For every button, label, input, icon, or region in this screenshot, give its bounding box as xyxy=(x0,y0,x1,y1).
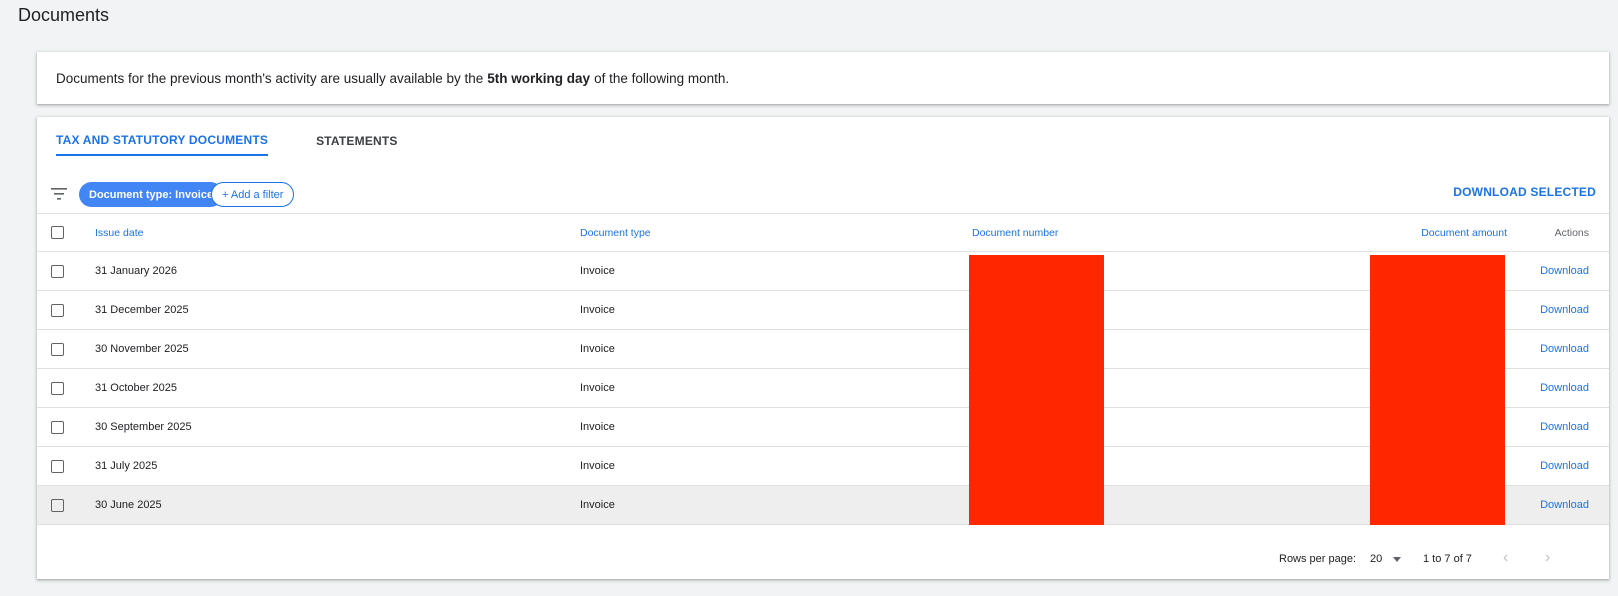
row-checkbox[interactable] xyxy=(51,459,64,473)
pagination: Rows per page: 20 1 to 7 of 7 ‹ › xyxy=(37,535,1609,579)
document-type-cell: Invoice xyxy=(580,421,615,433)
document-amount-header[interactable]: Document amount xyxy=(1384,214,1529,252)
document-type-cell: Invoice xyxy=(580,460,615,472)
documents-card: TAX AND STATUTORY DOCUMENTS STATEMENTS D… xyxy=(37,117,1609,579)
document-type-filter-chip[interactable]: Document type: Invoice xyxy=(79,182,224,207)
filter-list-icon[interactable] xyxy=(51,187,67,201)
issue-date-cell: 30 September 2025 xyxy=(95,421,192,433)
document-tabs: TAX AND STATUTORY DOCUMENTS STATEMENTS xyxy=(56,133,446,174)
row-checkbox[interactable] xyxy=(51,342,64,356)
issue-date-cell: 30 June 2025 xyxy=(95,499,162,511)
document-number-redaction xyxy=(969,255,1104,525)
download-link[interactable]: Download xyxy=(1540,265,1589,277)
download-link[interactable]: Download xyxy=(1540,460,1589,472)
document-amount-redaction xyxy=(1370,255,1505,525)
document-type-cell: Invoice xyxy=(580,343,615,355)
issue-date-cell: 30 November 2025 xyxy=(95,343,189,355)
notice-text-bold: 5th working day xyxy=(487,70,591,86)
document-type-header[interactable]: Document type xyxy=(580,214,972,252)
actions-header: Actions xyxy=(1554,226,1589,239)
table-header-row: Issue date Document type Document number… xyxy=(37,213,1609,252)
document-type-cell: Invoice xyxy=(580,499,615,511)
row-checkbox[interactable] xyxy=(51,498,64,512)
download-link[interactable]: Download xyxy=(1540,304,1589,316)
notice-text-after: of the following month. xyxy=(594,70,730,86)
issue-date-cell: 31 December 2025 xyxy=(95,304,189,316)
tab-label: TAX AND STATUTORY DOCUMENTS xyxy=(56,133,269,147)
issue-date-cell: 31 July 2025 xyxy=(95,460,158,472)
page-title: Documents xyxy=(18,5,110,25)
rows-per-page-select[interactable]: 20 xyxy=(1370,553,1382,565)
issue-date-cell: 31 January 2026 xyxy=(95,265,177,277)
select-all-checkbox[interactable] xyxy=(51,226,64,239)
notice-text-before: Documents for the previous month's activ… xyxy=(56,70,484,86)
chevron-right-icon[interactable]: › xyxy=(1545,549,1550,567)
download-link[interactable]: Download xyxy=(1540,382,1589,394)
download-link[interactable]: Download xyxy=(1540,421,1589,433)
tab-tax-and-statutory-documents[interactable]: TAX AND STATUTORY DOCUMENTS xyxy=(56,133,269,156)
availability-notice: Documents for the previous month's activ… xyxy=(37,52,1609,104)
download-link[interactable]: Download xyxy=(1540,343,1589,355)
pagination-range: 1 to 7 of 7 xyxy=(1423,553,1472,565)
download-selected-button[interactable]: DOWNLOAD SELECTED xyxy=(1453,185,1596,199)
rows-per-page-label: Rows per page: xyxy=(1279,553,1357,565)
select-all-cell xyxy=(37,214,95,252)
chevron-down-icon[interactable] xyxy=(1393,557,1401,562)
tab-statements[interactable]: STATEMENTS xyxy=(316,134,398,158)
row-checkbox[interactable] xyxy=(51,381,64,395)
document-type-cell: Invoice xyxy=(580,265,615,277)
issue-date-cell: 31 October 2025 xyxy=(95,382,177,394)
document-type-cell: Invoice xyxy=(580,382,615,394)
row-checkbox[interactable] xyxy=(51,303,64,317)
issue-date-header[interactable]: Issue date xyxy=(95,214,580,252)
chevron-left-icon[interactable]: ‹ xyxy=(1503,549,1508,567)
row-checkbox[interactable] xyxy=(51,264,64,278)
tab-label: STATEMENTS xyxy=(316,134,398,148)
document-number-header[interactable]: Document number xyxy=(972,214,1384,252)
document-type-cell: Invoice xyxy=(580,304,615,316)
row-checkbox[interactable] xyxy=(51,420,64,434)
download-link[interactable]: Download xyxy=(1540,499,1589,511)
filter-toolbar: Document type: Invoice + Add a filter DO… xyxy=(37,177,1609,213)
add-filter-button[interactable]: + Add a filter xyxy=(211,182,295,207)
